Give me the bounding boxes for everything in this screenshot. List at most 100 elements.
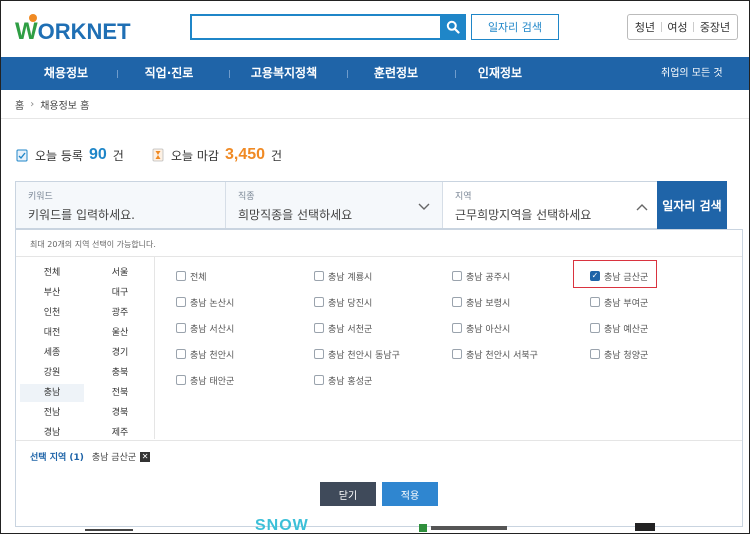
- region-item[interactable]: 전체: [20, 264, 84, 282]
- region-item[interactable]: 전북: [88, 384, 152, 402]
- job-search-submit-button[interactable]: 일자리 검색: [657, 181, 727, 229]
- checkbox[interactable]: [314, 271, 324, 281]
- close-button[interactable]: 닫기: [320, 482, 376, 506]
- link-middle-aged[interactable]: 중장년: [700, 19, 730, 35]
- checkbox[interactable]: [314, 297, 324, 307]
- nav-item-jobs[interactable]: 채용정보: [29, 57, 103, 90]
- keyword-input[interactable]: 키워드를 입력하세요.: [28, 206, 135, 223]
- selection-highlight-box: [573, 260, 657, 288]
- region-option[interactable]: 충남 천안시 서북구: [452, 347, 538, 361]
- partner-logo-middle[interactable]: [419, 521, 509, 533]
- selected-regions: 선택 지역 (1) 충남 금산군 ✕: [30, 450, 151, 463]
- checkbox[interactable]: [452, 323, 462, 333]
- nav-item-talent[interactable]: 인재정보: [463, 57, 537, 90]
- region-option[interactable]: 충남 계룡시: [314, 269, 372, 283]
- link-women[interactable]: 여성: [667, 19, 687, 35]
- partner-logo-snow[interactable]: SNOW: [255, 517, 309, 533]
- apply-button[interactable]: 적용: [382, 482, 438, 506]
- region-option[interactable]: 충남 공주시: [452, 269, 510, 283]
- region-option[interactable]: 충남 서천군: [314, 321, 372, 335]
- stat-today-close[interactable]: 오늘 마감 3,450 건: [151, 146, 282, 164]
- checkbox[interactable]: [176, 297, 186, 307]
- region-item[interactable]: 광주: [88, 304, 152, 322]
- user-segment-links: 청년 여성 중장년: [627, 14, 738, 40]
- nav-divider: [347, 70, 348, 78]
- search-input[interactable]: [190, 14, 442, 40]
- region-item[interactable]: 울산: [88, 324, 152, 342]
- checkbox[interactable]: [590, 349, 600, 359]
- link-youth[interactable]: 청년: [635, 19, 655, 35]
- clipboard-icon: [16, 149, 28, 162]
- checkbox[interactable]: [452, 349, 462, 359]
- region-item[interactable]: 부산: [20, 284, 84, 302]
- divider: [693, 22, 695, 32]
- region-item[interactable]: 인천: [20, 304, 84, 322]
- logo-dot-icon: [29, 14, 37, 22]
- nav-item-career[interactable]: 직업·진로: [131, 57, 207, 90]
- region-option[interactable]: 충남 청양군: [590, 347, 648, 361]
- nav-item-training[interactable]: 훈련정보: [359, 57, 433, 90]
- stat-label: 오늘 등록: [35, 148, 83, 163]
- region-option[interactable]: 충남 당진시: [314, 295, 372, 309]
- region-item[interactable]: 전남: [20, 404, 84, 422]
- chevron-right-icon: ›: [30, 99, 35, 110]
- worknet-logo[interactable]: WORKNET: [15, 14, 131, 46]
- checkbox[interactable]: [590, 297, 600, 307]
- region-item[interactable]: 대전: [20, 324, 84, 342]
- close-icon[interactable]: ✕: [140, 451, 151, 462]
- checkbox[interactable]: [314, 375, 324, 385]
- region-option[interactable]: 충남 보령시: [452, 295, 510, 309]
- selected-chip[interactable]: 충남 금산군 ✕: [92, 450, 151, 463]
- region-option[interactable]: 충남 서산시: [176, 321, 234, 335]
- region-option[interactable]: 충남 예산군: [590, 321, 648, 335]
- checkbox[interactable]: [452, 297, 462, 307]
- logo-text: ORKNET: [37, 19, 131, 44]
- stat-unit: 건: [112, 148, 124, 163]
- checkbox[interactable]: [314, 323, 324, 333]
- checkbox[interactable]: [176, 323, 186, 333]
- checkbox[interactable]: [452, 271, 462, 281]
- checkbox[interactable]: [176, 375, 186, 385]
- region-option[interactable]: 충남 천안시: [176, 347, 234, 361]
- region-option[interactable]: 전체: [176, 269, 207, 283]
- breadcrumb: 홈 › 채용정보 홈: [15, 97, 89, 112]
- partner-logo-right[interactable]: [633, 517, 657, 533]
- field-label: 지역: [455, 192, 472, 202]
- region-option[interactable]: 충남 태안군: [176, 373, 234, 387]
- region-item[interactable]: 경기: [88, 344, 152, 362]
- region-option[interactable]: 충남 홍성군: [314, 373, 372, 387]
- breadcrumb-home[interactable]: 홈: [15, 97, 24, 112]
- region-option[interactable]: 충남 천안시 동남구: [314, 347, 400, 361]
- job-search-button[interactable]: 일자리 검색: [471, 14, 559, 40]
- stat-value: 90: [88, 146, 107, 163]
- checkbox[interactable]: [176, 349, 186, 359]
- nav-divider: [455, 70, 456, 78]
- checkbox[interactable]: [590, 323, 600, 333]
- keyword-field[interactable]: 키워드 키워드를 입력하세요.: [16, 182, 225, 228]
- stat-today-register[interactable]: 오늘 등록 90 건: [15, 146, 124, 164]
- site-header: WORKNET 일자리 검색 청년 여성 중장년: [1, 1, 749, 57]
- region-item[interactable]: 충북: [88, 364, 152, 382]
- app-window: WORKNET 일자리 검색 청년 여성 중장년 채용정보 직업·진로 고용복지…: [0, 0, 750, 534]
- divider: [16, 440, 742, 441]
- region-item[interactable]: 강원: [20, 364, 84, 382]
- checkbox[interactable]: [176, 271, 186, 281]
- region-option[interactable]: 충남 아산시: [452, 321, 510, 335]
- region-item[interactable]: 경북: [88, 404, 152, 422]
- job-category-value: 희망직종을 선택하세요: [238, 208, 353, 222]
- region-item[interactable]: 대구: [88, 284, 152, 302]
- region-item-active[interactable]: 충남: [20, 384, 84, 402]
- region-item[interactable]: 세종: [20, 344, 84, 362]
- nav-all-services[interactable]: 취업의 모든 것: [661, 57, 723, 90]
- region-item[interactable]: 서울: [88, 264, 152, 282]
- checkbox[interactable]: [314, 349, 324, 359]
- divider: [16, 256, 742, 257]
- search-button[interactable]: [440, 14, 466, 40]
- divider: [1, 118, 749, 119]
- region-option[interactable]: 충남 논산시: [176, 295, 234, 309]
- region-select[interactable]: 지역 근무희망지역을 선택하세요: [443, 182, 658, 228]
- partner-logo-paris[interactable]: [85, 527, 133, 533]
- region-option[interactable]: 충남 부여군: [590, 295, 648, 309]
- job-category-select[interactable]: 직종 희망직종을 선택하세요: [226, 182, 442, 228]
- nav-item-welfare[interactable]: 고용복지정책: [241, 57, 327, 90]
